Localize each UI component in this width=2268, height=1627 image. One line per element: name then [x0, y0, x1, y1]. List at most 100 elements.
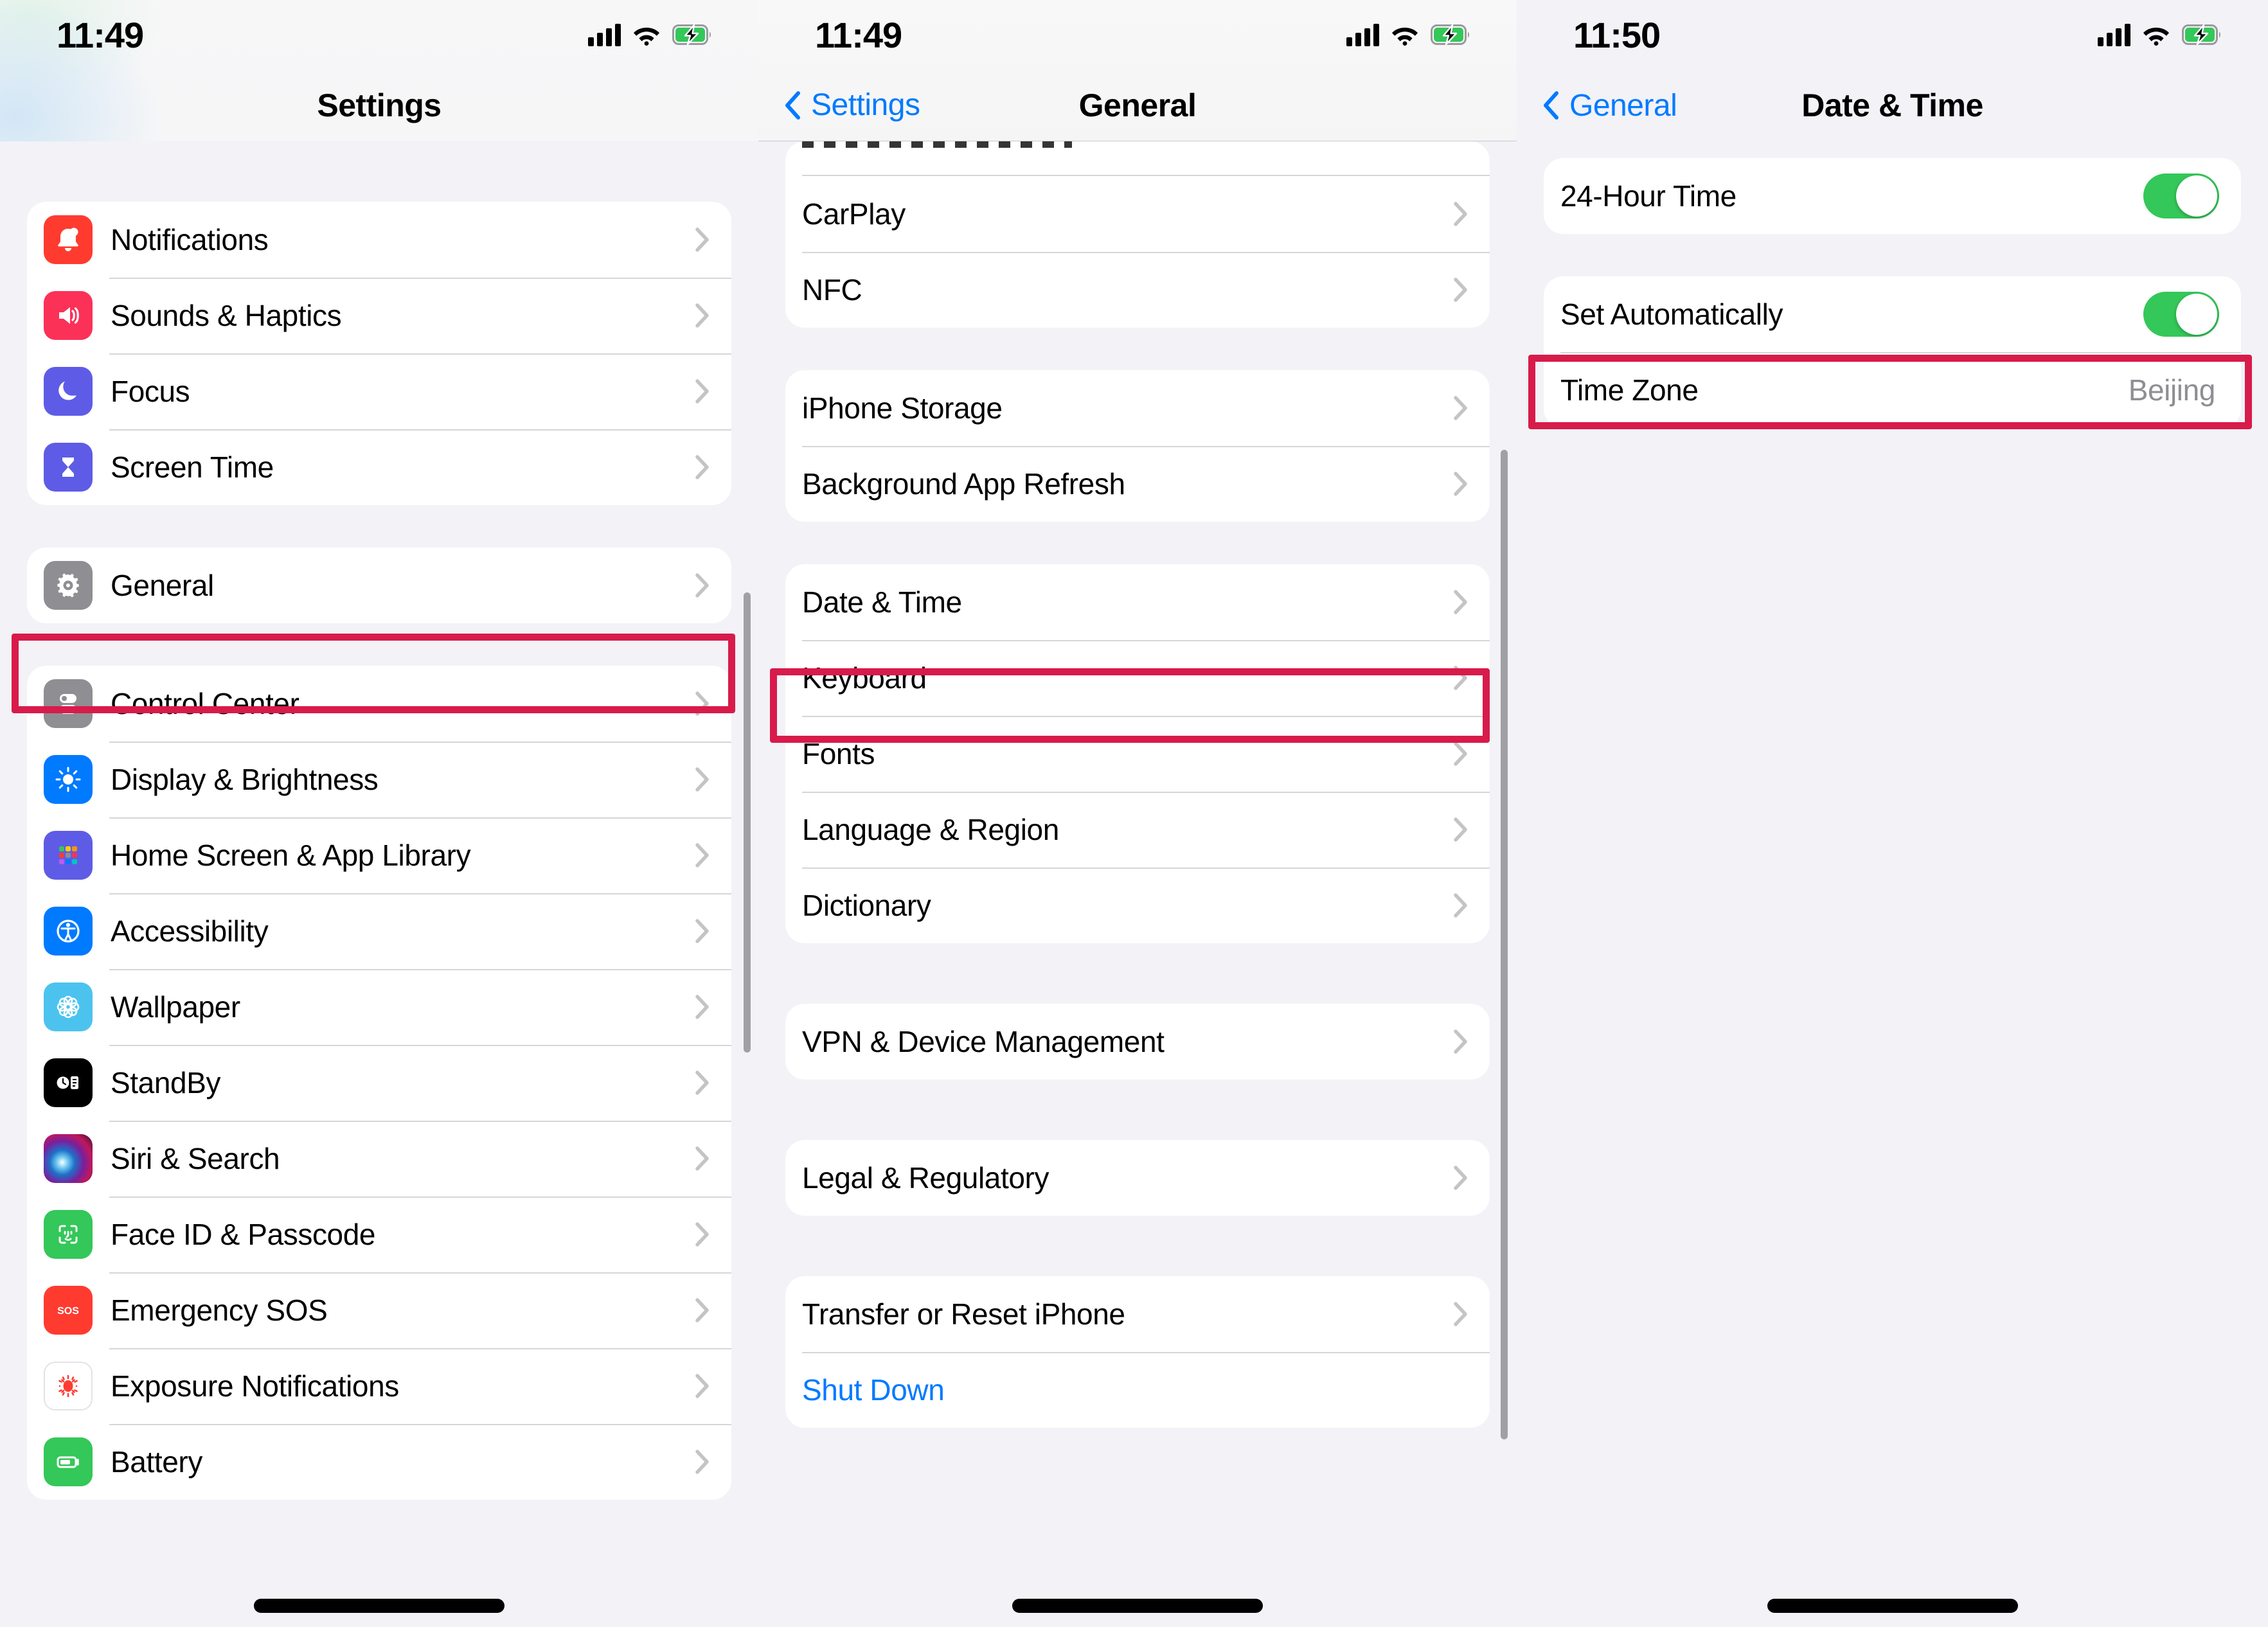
- standby-clock-icon: [44, 1058, 93, 1107]
- settings-row-sounds-haptics[interactable]: Sounds & Haptics: [27, 278, 731, 353]
- general-row-label: Language & Region: [802, 813, 1059, 846]
- back-button[interactable]: Settings: [784, 87, 920, 123]
- scrollbar-thumb[interactable]: [744, 592, 751, 1053]
- general-group-1: CarPlay NFC: [785, 176, 1490, 328]
- general-row-transfer-reset-iphone[interactable]: Transfer or Reset iPhone: [785, 1276, 1490, 1352]
- chevron-left-icon: [784, 91, 801, 120]
- settings-row-label: Exposure Notifications: [111, 1369, 399, 1403]
- settings-group-1: Notifications Sounds & Haptics Focus Scr…: [27, 202, 731, 505]
- chevron-right-icon: [1454, 278, 1468, 302]
- settings-row-label: Home Screen & App Library: [111, 839, 471, 872]
- status-bar: 11:50: [1517, 0, 2268, 69]
- general-row-label: Legal & Regulatory: [802, 1161, 1049, 1195]
- chevron-right-icon: [695, 1374, 710, 1398]
- general-row-shut-down[interactable]: Shut Down: [785, 1352, 1490, 1428]
- wifi-icon: [2142, 24, 2170, 46]
- general-group-4: VPN & Device Management: [785, 1004, 1490, 1080]
- settings-row-notifications[interactable]: Notifications: [27, 202, 731, 278]
- settings-row-general[interactable]: General: [27, 547, 731, 623]
- general-row-date-time[interactable]: Date & Time: [785, 564, 1490, 640]
- nav-bar: Settings: [0, 69, 758, 141]
- chevron-right-icon: [1454, 1302, 1468, 1326]
- settings-row-face-id[interactable]: Face ID & Passcode: [27, 1196, 731, 1272]
- status-time: 11:49: [57, 14, 144, 55]
- chevron-right-icon: [695, 919, 710, 943]
- settings-row-home-screen[interactable]: Home Screen & App Library: [27, 817, 731, 893]
- general-row-label: Background App Refresh: [802, 467, 1125, 501]
- chevron-right-icon: [695, 767, 710, 792]
- general-row-background-app-refresh[interactable]: Background App Refresh: [785, 446, 1490, 522]
- chevron-right-icon: [1454, 817, 1468, 842]
- toggle-knob: [2176, 175, 2217, 217]
- settings-row-wallpaper[interactable]: Wallpaper: [27, 969, 731, 1045]
- date-time-row-time-zone[interactable]: Time Zone Beijing: [1544, 352, 2241, 428]
- date-time-row-24-hour-time[interactable]: 24-Hour Time: [1544, 158, 2241, 234]
- chevron-left-icon: [1542, 91, 1559, 120]
- face-id-icon: [44, 1210, 93, 1259]
- general-row-label: Fonts: [802, 737, 875, 770]
- moon-icon: [44, 367, 93, 416]
- nav-bar: Settings General: [758, 69, 1517, 141]
- toggle-24-hour-time[interactable]: [2143, 173, 2219, 218]
- settings-row-display-brightness[interactable]: Display & Brightness: [27, 742, 731, 817]
- brightness-icon: [44, 755, 93, 804]
- sliders-icon: [44, 679, 93, 728]
- toggle-set-automatically[interactable]: [2143, 292, 2219, 337]
- date-time-row-label: Time Zone: [1560, 373, 1699, 407]
- settings-list: Notifications Sounds & Haptics Focus Scr…: [0, 141, 758, 1500]
- battery-icon: [44, 1437, 93, 1486]
- chevron-right-icon: [695, 455, 710, 479]
- toggle-knob: [2176, 294, 2217, 335]
- chevron-right-icon: [1454, 742, 1468, 766]
- settings-row-label: Focus: [111, 375, 190, 408]
- general-group-5: Legal & Regulatory: [785, 1140, 1490, 1216]
- chevron-right-icon: [1454, 202, 1468, 226]
- battery-charging-icon: [2182, 24, 2222, 46]
- general-row-legal-regulatory[interactable]: Legal & Regulatory: [785, 1140, 1490, 1216]
- flower-icon: [44, 982, 93, 1031]
- general-group-3: Date & Time Keyboard Fonts Language & Re…: [785, 564, 1490, 943]
- wifi-icon: [1391, 24, 1419, 46]
- scrollbar-thumb[interactable]: [1501, 450, 1508, 1439]
- general-row-carplay[interactable]: CarPlay: [785, 176, 1490, 252]
- general-row-nfc[interactable]: NFC: [785, 252, 1490, 328]
- settings-row-label: StandBy: [111, 1066, 221, 1099]
- general-row-iphone-storage[interactable]: iPhone Storage: [785, 370, 1490, 446]
- clipped-row-above: [785, 141, 1490, 176]
- general-row-vpn-device-management[interactable]: VPN & Device Management: [785, 1004, 1490, 1080]
- settings-row-focus[interactable]: Focus: [27, 353, 731, 429]
- settings-row-battery[interactable]: Battery: [27, 1424, 731, 1500]
- chevron-right-icon: [695, 303, 710, 328]
- settings-row-emergency-sos[interactable]: SOS Emergency SOS: [27, 1272, 731, 1348]
- general-row-keyboard[interactable]: Keyboard: [785, 640, 1490, 716]
- status-time: 11:49: [815, 14, 902, 55]
- settings-row-exposure-notifications[interactable]: Exposure Notifications: [27, 1348, 731, 1424]
- back-button[interactable]: General: [1542, 88, 1677, 123]
- chevron-right-icon: [1454, 472, 1468, 496]
- general-row-dictionary[interactable]: Dictionary: [785, 867, 1490, 943]
- status-bar: 11:49: [0, 0, 758, 69]
- siri-icon: [44, 1134, 93, 1183]
- general-row-fonts[interactable]: Fonts: [785, 716, 1490, 792]
- back-button-label: General: [1569, 88, 1677, 123]
- app-grid-icon: [44, 831, 93, 880]
- settings-row-siri-search[interactable]: Siri & Search: [27, 1121, 731, 1196]
- settings-row-control-center[interactable]: Control Center: [27, 666, 731, 742]
- chevron-right-icon: [1454, 590, 1468, 614]
- general-row-label: NFC: [802, 273, 862, 307]
- settings-row-accessibility[interactable]: Accessibility: [27, 893, 731, 969]
- settings-row-screen-time[interactable]: Screen Time: [27, 429, 731, 505]
- date-time-row-set-automatically[interactable]: Set Automatically: [1544, 276, 2241, 352]
- status-icons: [588, 23, 712, 46]
- home-indicator: [254, 1599, 504, 1613]
- chevron-right-icon: [695, 1298, 710, 1322]
- accessibility-icon: [44, 907, 93, 956]
- wifi-icon: [632, 24, 661, 46]
- settings-row-label: General: [111, 569, 214, 602]
- iphone-general-screen: 11:49 Settings General CarPlay NFC iPhon…: [758, 0, 1517, 1627]
- settings-row-standby[interactable]: StandBy: [27, 1045, 731, 1121]
- general-row-language-region[interactable]: Language & Region: [785, 792, 1490, 867]
- iphone-settings-screen: 11:49 Settings Notifications Sounds & Ha…: [0, 0, 758, 1627]
- general-list: CarPlay NFC iPhone Storage Background Ap…: [758, 141, 1517, 1428]
- status-icons: [2098, 23, 2222, 46]
